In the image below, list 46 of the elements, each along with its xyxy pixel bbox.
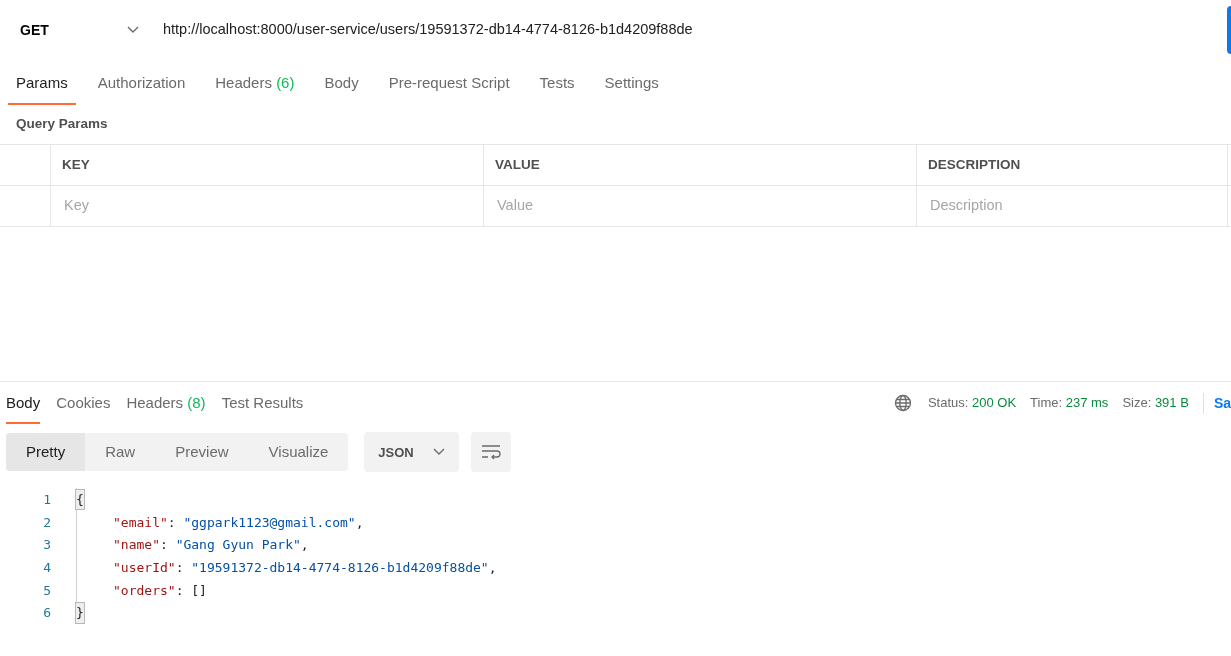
chevron-down-icon (127, 26, 139, 34)
line-number: 4 (42, 558, 51, 577)
status-text: Time: 237 ms (1030, 394, 1109, 413)
request-tab[interactable]: Settings (596, 62, 667, 105)
request-tab[interactable]: Headers (6) (207, 62, 303, 105)
save-button[interactable]: Sa (1202, 392, 1231, 414)
column-header: DESCRIPTION (928, 155, 1021, 174)
method-dropdown[interactable]: GET (6, 6, 151, 54)
code-brace: { (76, 489, 84, 510)
input-field[interactable]: Key (62, 193, 483, 218)
wrap-lines-icon (481, 444, 502, 461)
code-line: "email": "ggpark1123@gmail.com", (113, 513, 364, 532)
line-number: 2 (42, 513, 51, 532)
view-mode-tab[interactable]: Visualize (248, 433, 349, 472)
response-tab[interactable]: Cookies (56, 381, 111, 425)
line-number: 6 (42, 604, 51, 623)
globe-icon (893, 394, 912, 412)
column-header: KEY (62, 155, 90, 174)
request-tab[interactable]: Authorization (89, 62, 194, 105)
request-tab[interactable]: Params (8, 62, 76, 105)
section-title: Query Params (15, 114, 109, 133)
input-field[interactable]: Value (495, 193, 916, 218)
url-field[interactable]: http://localhost:8000/user-service/users/19591372-db14-4774-8126-b1d4209f88de (151, 6, 1221, 54)
column-header: VALUE (495, 155, 540, 174)
request-tab[interactable]: Body (316, 62, 367, 105)
format-dropdown[interactable]: JSON (364, 432, 460, 473)
view-mode-tab[interactable]: Raw (85, 433, 156, 472)
line-number: 3 (42, 536, 51, 555)
request-tab[interactable]: Pre-request Script (380, 62, 518, 105)
view-mode-tab[interactable]: Pretty (6, 433, 86, 472)
line-number: 5 (42, 581, 51, 600)
response-tab[interactable]: Test Results (221, 381, 304, 425)
request-tab[interactable]: Tests (531, 62, 583, 105)
code-line: "orders": [] (113, 581, 207, 600)
status-text: Size: 391 B (1122, 394, 1189, 413)
view-mode-tab[interactable]: Preview (155, 433, 249, 472)
status-text: Status: 200 OK (927, 394, 1017, 413)
code-line: "name": "Gang Gyun Park", (113, 536, 309, 555)
chevron-down-icon (433, 448, 446, 457)
code-brace: } (76, 603, 84, 623)
response-tab[interactable]: Headers (8) (126, 381, 206, 425)
code-line: "userId": "19591372-db14-4774-8126-b1d4209f88de", (113, 558, 497, 577)
wrap-lines-button[interactable] (471, 432, 512, 473)
response-tab[interactable]: Body (6, 381, 41, 425)
input-field[interactable]: Description (928, 193, 1227, 218)
line-number: 1 (42, 490, 51, 509)
